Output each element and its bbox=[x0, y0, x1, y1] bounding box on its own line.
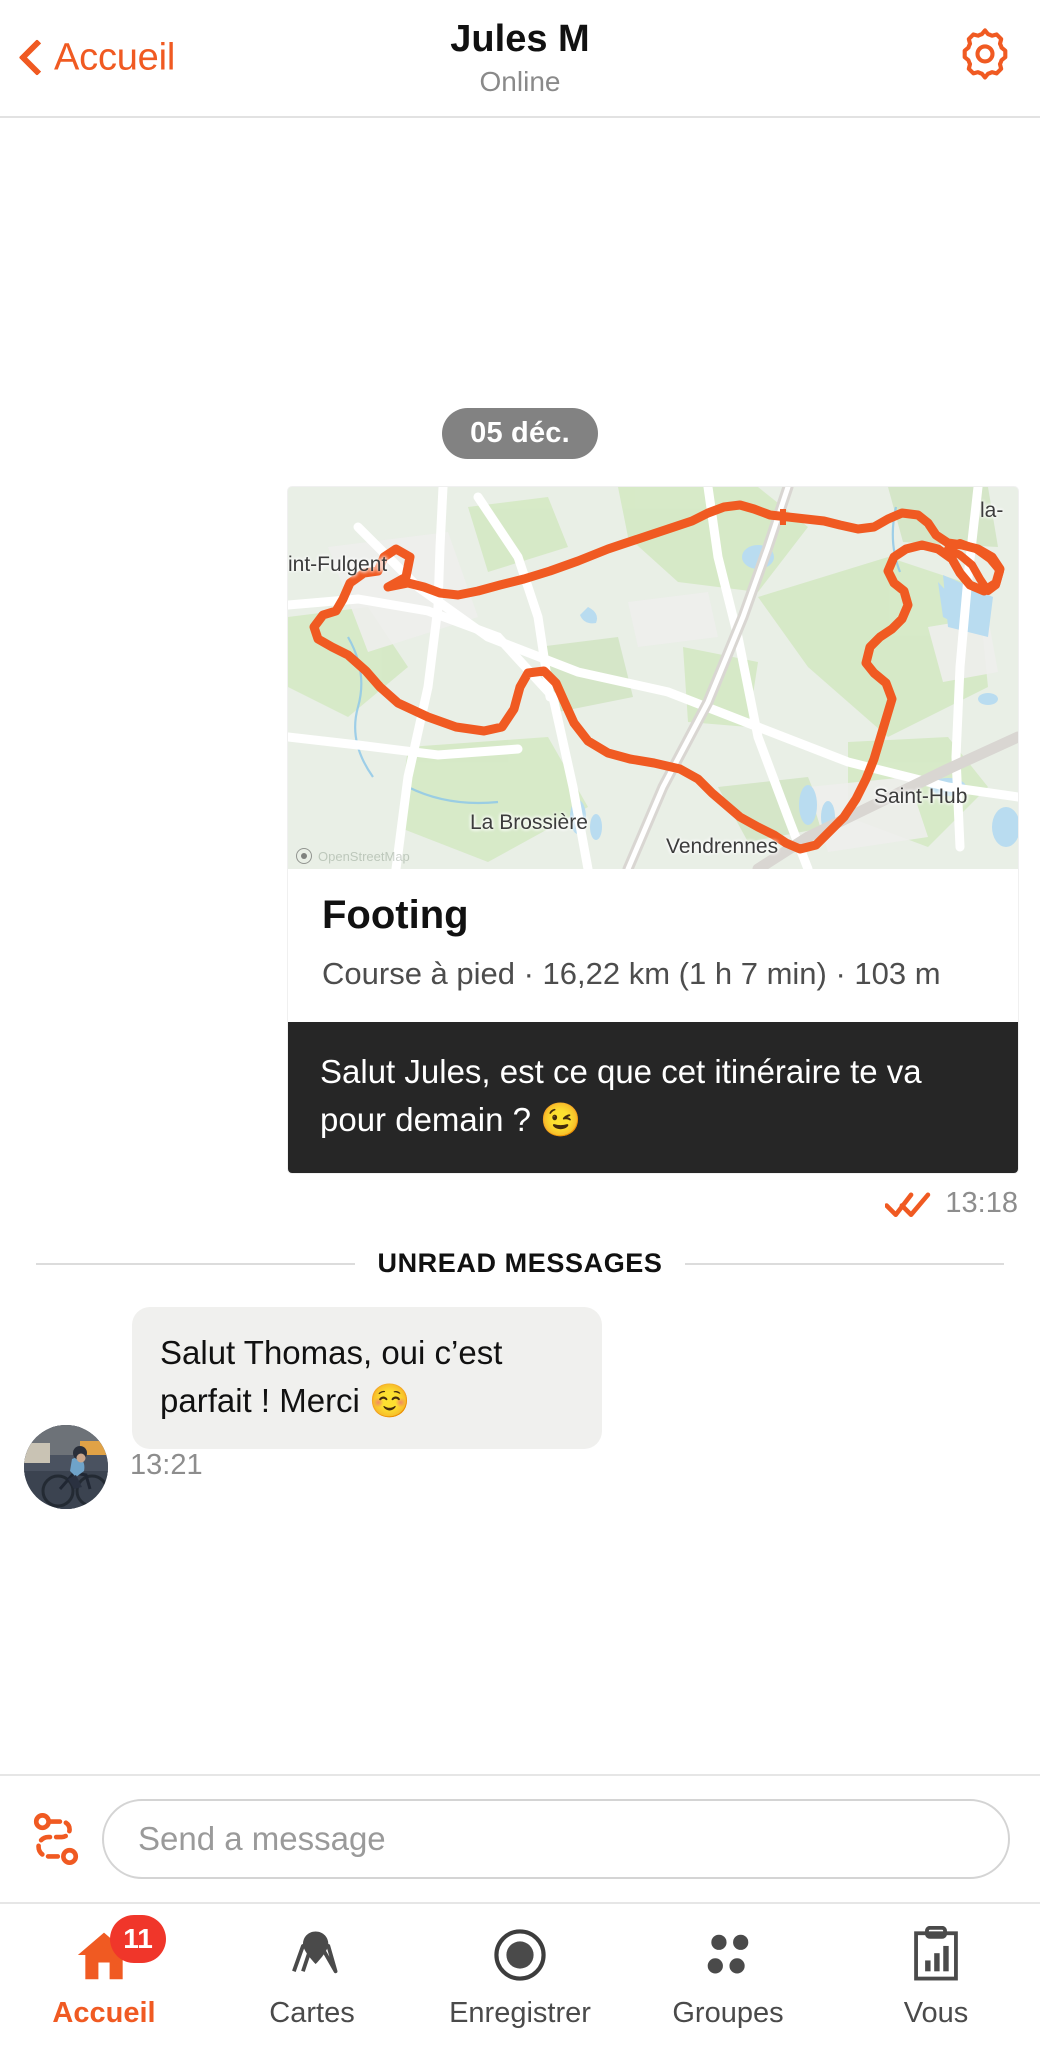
outgoing-message-row: int-Fulgent la- La Brossière Vendrennes … bbox=[0, 487, 1040, 1174]
back-button-label: Accueil bbox=[54, 36, 176, 79]
route-icon bbox=[33, 1813, 79, 1865]
message-thread: 05 déc. int-Fulgent la- La Brossière Ven… bbox=[0, 118, 1040, 1774]
message-input[interactable] bbox=[102, 1799, 1010, 1879]
map-attribution-text: OpenStreetMap bbox=[318, 848, 410, 864]
outgoing-timestamp: 13:18 bbox=[945, 1187, 1018, 1220]
clipboard-chart-icon bbox=[909, 1923, 963, 1987]
peer-name: Jules M bbox=[450, 17, 590, 60]
divider-line-left bbox=[36, 1262, 356, 1265]
tab-cartes[interactable]: Cartes bbox=[208, 1904, 416, 2048]
double-check-icon bbox=[885, 1189, 931, 1219]
tab-label-accueil: Accueil bbox=[52, 1996, 156, 2029]
tab-label-groupes: Groupes bbox=[672, 1996, 784, 2029]
activity-card-body: Footing Course à pied · 16,22 km (1 h 7 … bbox=[288, 869, 1018, 1022]
tab-label-vous: Vous bbox=[903, 1996, 969, 2029]
tab-label-enregistrer: Enregistrer bbox=[449, 1996, 591, 2029]
avatar[interactable] bbox=[24, 1425, 108, 1510]
outgoing-message-meta: 13:18 bbox=[0, 1173, 1040, 1220]
cyclist-avatar bbox=[24, 1425, 108, 1510]
activity-meta: Course à pied · 16,22 km (1 h 7 min) · 1… bbox=[322, 956, 941, 991]
map-label: int-Fulgent bbox=[288, 553, 388, 576]
unread-badge: 11 bbox=[110, 1914, 166, 1963]
unread-divider: UNREAD MESSAGES bbox=[0, 1220, 1040, 1279]
peer-status: Online bbox=[479, 65, 561, 97]
map-label: Saint-Hub bbox=[874, 785, 968, 808]
map-canvas bbox=[288, 487, 1018, 869]
thread-top-spacer bbox=[0, 118, 1040, 408]
tab-accueil[interactable]: 11 Accueil bbox=[0, 1904, 208, 2048]
bottom-navigation: 11 Accueil Cartes Enregistrer Groupes Vo… bbox=[0, 1902, 1040, 2048]
attach-route-button[interactable] bbox=[18, 1801, 94, 1877]
tab-enregistrer[interactable]: Enregistrer bbox=[416, 1904, 624, 2048]
map-label: la- bbox=[980, 499, 1004, 522]
message-composer bbox=[0, 1774, 1040, 1902]
app-header: Accueil Jules M Online bbox=[0, 0, 1040, 118]
date-separator-row: 05 déc. bbox=[0, 408, 1040, 459]
map-label: La Brossière bbox=[470, 811, 588, 834]
activity-title: Footing bbox=[322, 893, 469, 937]
unread-divider-label: UNREAD MESSAGES bbox=[377, 1248, 663, 1279]
outgoing-message-text: Salut Jules, est ce que cet itinéraire t… bbox=[288, 1021, 1018, 1174]
tab-label-cartes: Cartes bbox=[269, 1996, 355, 2029]
incoming-message-text: Salut Thomas, oui c’est parfait ! Merci … bbox=[132, 1307, 602, 1450]
gear-icon bbox=[962, 28, 1008, 80]
back-button[interactable]: Accueil bbox=[20, 37, 175, 80]
conversation-title-block: Jules M Online bbox=[310, 18, 730, 98]
divider-line-right bbox=[684, 1262, 1005, 1265]
map-label: Vendrennes bbox=[666, 835, 779, 858]
settings-button[interactable] bbox=[956, 27, 1014, 90]
map-pin-icon bbox=[283, 1923, 341, 1987]
activity-card[interactable]: int-Fulgent la- La Brossière Vendrennes … bbox=[288, 487, 1018, 1174]
date-separator: 05 déc. bbox=[442, 408, 598, 459]
record-icon bbox=[491, 1923, 549, 1987]
copyright-icon bbox=[296, 848, 312, 864]
dots-group-icon bbox=[699, 1923, 757, 1987]
tab-groupes[interactable]: Groupes bbox=[624, 1904, 832, 2048]
incoming-timestamp: 13:21 bbox=[130, 1448, 203, 1481]
map-attribution: OpenStreetMap bbox=[296, 848, 410, 864]
home-icon: 11 bbox=[74, 1914, 166, 1987]
chat-screen: Accueil Jules M Online 05 déc. int-Fulge… bbox=[0, 0, 1040, 2048]
tab-vous[interactable]: Vous bbox=[832, 1904, 1040, 2048]
chevron-left-icon bbox=[20, 38, 44, 78]
incoming-message-row: Salut Thomas, oui c’est parfait ! Merci … bbox=[0, 1279, 1040, 1510]
activity-map[interactable]: int-Fulgent la- La Brossière Vendrennes … bbox=[288, 487, 1018, 869]
